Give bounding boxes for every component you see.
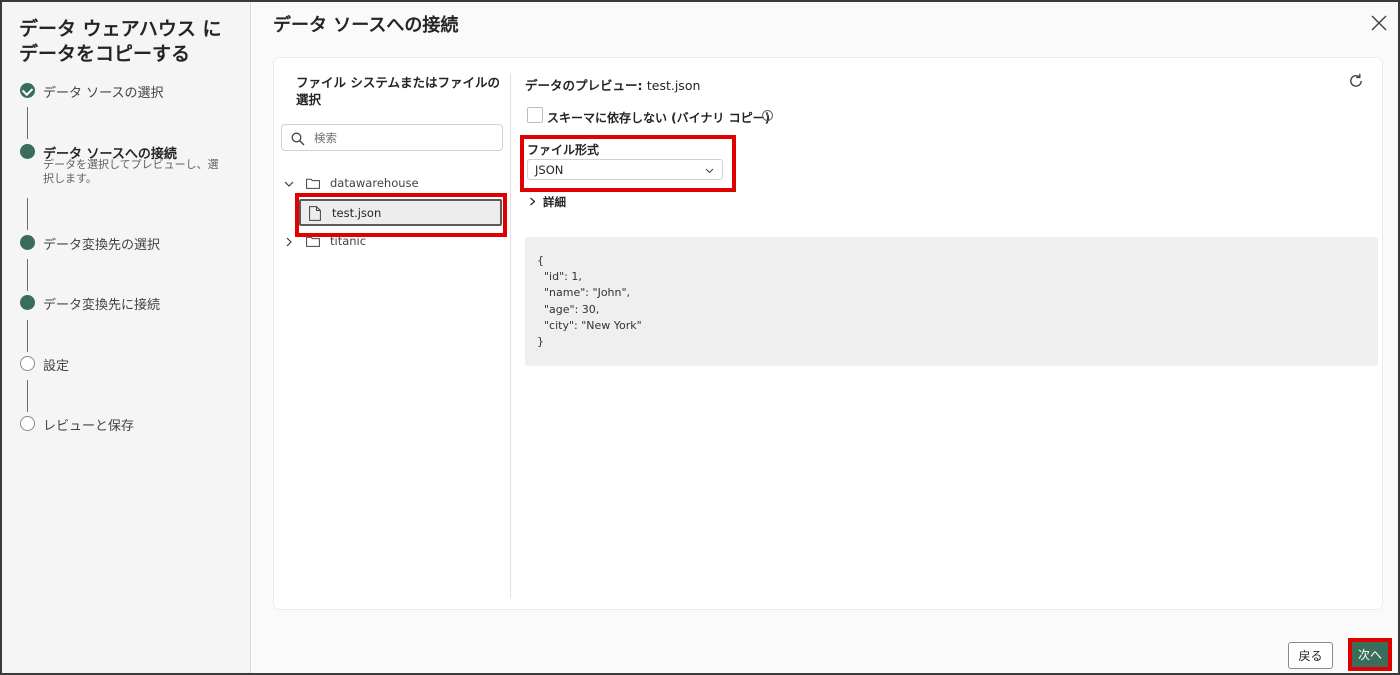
step-description: データを選択してプレビューし、選択します。 <box>43 158 219 185</box>
details-label: 詳細 <box>543 195 566 209</box>
json-line: "id": 1, <box>537 270 582 284</box>
chevron-right-icon <box>530 197 536 206</box>
chevron-down-icon[interactable] <box>284 179 294 189</box>
step-connector <box>27 380 28 412</box>
step-connector <box>27 198 28 230</box>
tree-item-test-json[interactable]: test.json <box>299 199 502 226</box>
file-panel-heading: ファイル システムまたはファイルの選択 <box>296 75 500 107</box>
step-connector <box>27 320 28 352</box>
info-icon[interactable]: i <box>762 110 773 121</box>
json-line: } <box>537 335 544 349</box>
preview-title-prefix: データのプレビュー: <box>525 78 647 93</box>
step-pending-icon <box>20 295 35 310</box>
step-connector <box>27 107 28 139</box>
main-panel: データ ソースへの接続 ファイル システムまたはファイルの選択 検索 dataw… <box>252 2 1398 673</box>
step-pending-icon <box>20 235 35 250</box>
tree-item-label: titanic <box>330 234 367 248</box>
app-window: データ ウェアハウス に データをコピーする データ ソースの選択 データ ソー… <box>0 0 1400 675</box>
search-input[interactable] <box>314 128 494 148</box>
search-box[interactable] <box>281 124 503 151</box>
tree-item-label: test.json <box>332 206 382 220</box>
json-line: "name": "John", <box>537 286 631 300</box>
step-connector <box>27 259 28 291</box>
refresh-icon[interactable] <box>1348 73 1364 89</box>
step-label: データ ソースの選択 <box>43 86 164 101</box>
step-label: 設定 <box>43 359 70 374</box>
step-empty-icon <box>20 356 35 371</box>
connection-card: ファイル システムまたはファイルの選択 datawarehouse <box>273 57 1383 610</box>
step-empty-icon <box>20 416 35 431</box>
next-button[interactable]: 次へ <box>1348 638 1392 671</box>
chevron-down-icon <box>705 168 714 174</box>
wizard-title: データ ウェアハウス に データをコピーする <box>19 18 222 65</box>
file-format-label: ファイル形式 <box>527 143 600 157</box>
json-line: { <box>537 254 544 267</box>
step-complete-icon <box>20 83 35 98</box>
file-format-value: JSON <box>535 163 564 177</box>
step-label: データ変換先に接続 <box>43 298 161 313</box>
back-button[interactable]: 戻る <box>1288 642 1333 669</box>
tree-item-label: datawarehouse <box>330 176 419 190</box>
folder-icon <box>306 236 320 247</box>
file-format-dropdown[interactable]: JSON <box>527 159 723 180</box>
step-label: レビューと保存 <box>43 419 135 434</box>
step-current-icon <box>20 144 35 159</box>
tree-item-titanic[interactable]: titanic <box>284 232 504 252</box>
step-label: データ変換先の選択 <box>43 238 161 253</box>
preview-file-name: test.json <box>646 78 701 93</box>
json-line: "city": "New York" <box>537 318 642 332</box>
page-title: データ ソースへの接続 <box>273 15 459 36</box>
search-icon <box>291 132 305 146</box>
chevron-right-icon[interactable] <box>284 237 294 247</box>
folder-icon <box>306 178 320 189</box>
binary-copy-checkbox[interactable] <box>527 107 543 123</box>
json-preview: { "id": 1, "name": "John", "age": 30, "c… <box>525 237 1378 366</box>
tree-item-datawarehouse[interactable]: datawarehouse <box>284 174 504 194</box>
close-icon[interactable] <box>1370 14 1388 32</box>
preview-title: データのプレビュー: test.json <box>525 75 700 94</box>
file-icon <box>309 206 321 221</box>
binary-copy-label: スキーマに依存しない (バイナリ コピー) <box>547 111 771 125</box>
wizard-sidebar: データ ウェアハウス に データをコピーする データ ソースの選択 データ ソー… <box>2 2 251 673</box>
column-divider <box>510 73 511 598</box>
json-line: "age": 30, <box>537 302 600 316</box>
